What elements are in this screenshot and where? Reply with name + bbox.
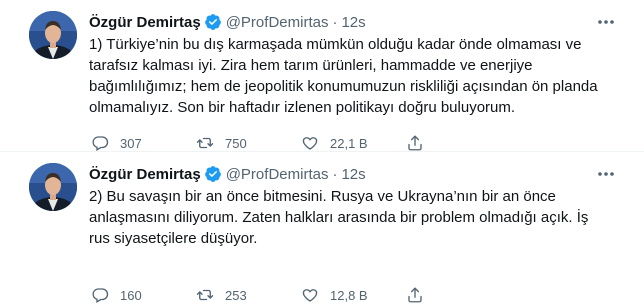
timeline: Özgür Demirtaş @ProfDemirtas · 12s 1) Tü…	[0, 0, 644, 304]
avatar-photo	[29, 11, 77, 59]
retweet-button[interactable]: 750	[196, 134, 301, 152]
more-horizontal-icon[interactable]	[596, 14, 616, 30]
share-button[interactable]	[406, 286, 446, 304]
reply-icon	[92, 288, 109, 303]
share-button[interactable]	[406, 134, 446, 152]
tweet-header: Özgür Demirtaş @ProfDemirtas · 12s	[89, 164, 624, 184]
tweet-content: Özgür Demirtaş @ProfDemirtas · 12s 2) Bu…	[89, 164, 624, 249]
tweet-actions: 307 750 22,1 B	[91, 134, 561, 152]
separator-dot: ·	[332, 13, 338, 31]
avatar-photo	[29, 163, 77, 211]
timestamp[interactable]: 12s	[341, 166, 365, 183]
tweet[interactable]: Özgür Demirtaş @ProfDemirtas · 12s 1) Tü…	[0, 0, 644, 152]
share-icon	[408, 135, 422, 151]
tweet-actions: 160 253 12,8 B	[91, 286, 561, 304]
heart-icon	[302, 137, 318, 150]
retweet-count: 750	[225, 135, 247, 151]
like-button[interactable]: 22,1 B	[301, 134, 406, 152]
like-count: 22,1 B	[330, 135, 368, 151]
reply-button[interactable]: 160	[91, 286, 196, 304]
reply-button[interactable]: 307	[91, 134, 196, 152]
author-name[interactable]: Özgür Demirtaş	[89, 166, 201, 183]
tweet-text: 1) Türkiye’nin bu dış karmaşada mümkün o…	[89, 36, 598, 116]
verified-badge-icon	[204, 165, 222, 183]
timestamp[interactable]: 12s	[341, 14, 365, 31]
author-handle[interactable]: @ProfDemirtas	[226, 14, 329, 31]
separator-dot: ·	[332, 165, 338, 183]
retweet-icon	[196, 289, 214, 301]
reply-count: 160	[120, 287, 142, 303]
tweet-content: Özgür Demirtaş @ProfDemirtas · 12s 1) Tü…	[89, 12, 624, 118]
retweet-icon	[196, 137, 214, 149]
heart-icon	[302, 289, 318, 302]
author-name[interactable]: Özgür Demirtaş	[89, 14, 201, 31]
author-handle[interactable]: @ProfDemirtas	[226, 166, 329, 183]
like-button[interactable]: 12,8 B	[301, 286, 406, 304]
verified-badge-icon	[204, 13, 222, 31]
reply-icon	[92, 136, 109, 151]
tweet-text: 2) Bu savaşın bir an önce bitmesini. Rus…	[89, 188, 589, 247]
like-count: 12,8 B	[330, 287, 368, 303]
tweet-header: Özgür Demirtaş @ProfDemirtas · 12s	[89, 12, 624, 32]
retweet-button[interactable]: 253	[196, 286, 301, 304]
reply-count: 307	[120, 135, 142, 151]
tweet[interactable]: Özgür Demirtaş @ProfDemirtas · 12s 2) Bu…	[0, 152, 644, 304]
share-icon	[408, 287, 422, 303]
more-horizontal-icon[interactable]	[596, 166, 616, 182]
avatar[interactable]	[29, 11, 77, 59]
avatar[interactable]	[29, 163, 77, 211]
retweet-count: 253	[225, 287, 247, 303]
